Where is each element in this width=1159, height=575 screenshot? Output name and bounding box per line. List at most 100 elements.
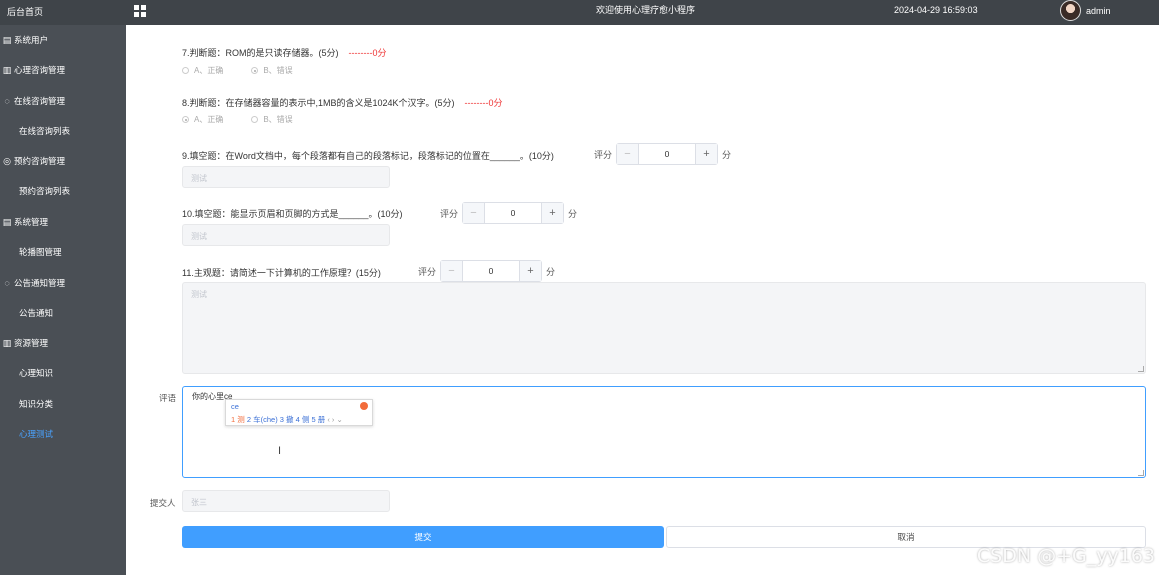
comment-textarea[interactable]: 你的心里ce ce 1 测 2 车(che) 3 撤 4 侧 5 册 ‹ › ⌄…	[182, 386, 1146, 478]
question-11-answer: 测试	[182, 282, 1146, 374]
chat-icon: ◌	[4, 95, 10, 106]
sidebar-item-label: 心理咨询管理	[14, 65, 66, 76]
question-8: 8.判断题：在存储器容量的表示中,1MB的含义是1024K个汉字。(5分) ---…	[182, 96, 503, 109]
decrement-button[interactable]: −	[441, 261, 464, 281]
score-unit: 分	[568, 208, 578, 219]
main-content: 7.判断题：ROM的是只读存储器。(5分) --------0分 A、正确 B、错…	[126, 25, 1159, 575]
question-9-score-stepper: − 0 +	[616, 143, 719, 165]
text-cursor-icon: I	[278, 445, 282, 457]
menu-grid-icon[interactable]	[134, 5, 146, 17]
ime-candidate-popup: ce 1 测 2 车(che) 3 撤 4 侧 5 册 ‹ › ⌄	[225, 399, 373, 426]
question-10-text: 10.填空题：能显示页眉和页脚的方式是______。(10分)	[182, 209, 403, 219]
increment-button[interactable]: +	[519, 261, 542, 281]
bar-chart-icon: ▥	[2, 65, 12, 76]
question-8-option-a[interactable]: A、正确	[182, 114, 223, 125]
question-11-text: 11.主观题：请简述一下计算机的工作原理？(15分)	[182, 268, 381, 278]
sidebar-item-label: 系统用户	[14, 35, 49, 46]
ime-other-candidates[interactable]: 2 车(che) 3 撤 4 侧 5 册	[245, 415, 325, 424]
decrement-button[interactable]: −	[617, 144, 640, 164]
radio-icon	[251, 116, 259, 123]
header-datetime: 2024-04-29 16:59:03	[894, 5, 978, 15]
sidebar-item-label: 在线咨询管理	[14, 95, 66, 106]
radio-checked-icon	[182, 116, 189, 123]
question-9-scorer: 评分 − 0 + 分	[594, 143, 731, 165]
watermark: CSDN @+G_yy163	[976, 545, 1155, 567]
option-label: B、错误	[263, 66, 293, 75]
resize-handle-icon[interactable]	[1138, 366, 1144, 372]
sidebar-item-knowledge-category[interactable]: 知识分类	[0, 389, 126, 419]
avatar[interactable]	[1060, 0, 1081, 21]
sidebar-item-appointment-management[interactable]: ◎ 预约咨询管理	[0, 146, 126, 176]
bar-chart-icon: ▥	[2, 338, 12, 349]
question-10-score-stepper: − 0 +	[462, 202, 565, 224]
option-label: A、正确	[194, 115, 224, 124]
submit-button[interactable]: 提交	[182, 526, 664, 548]
question-8-option-b[interactable]: B、错误	[251, 114, 293, 125]
sidebar-brand[interactable]: 后台首页	[0, 0, 126, 25]
sidebar-item-notices[interactable]: 公告通知	[0, 298, 126, 328]
sidebar-item-psych-knowledge[interactable]: 心理知识	[0, 358, 126, 388]
header-username[interactable]: admin	[1086, 0, 1111, 23]
score-input[interactable]: 0	[639, 144, 695, 164]
header-title: 欢迎使用心理疗愈小程序	[596, 5, 696, 15]
question-8-score: --------0分	[464, 98, 503, 108]
resize-handle-icon[interactable]	[1138, 470, 1144, 476]
sidebar-item-counseling-management[interactable]: ▥ 心理咨询管理	[0, 55, 126, 85]
question-9-text: 9.填空题：在Word文档中，每个段落都有自己的段落标记，段落标记的位置在___…	[182, 151, 554, 161]
sidebar-item-carousel-management[interactable]: 轮播图管理	[0, 237, 126, 267]
score-unit: 分	[546, 266, 556, 277]
radio-icon	[182, 67, 189, 74]
sidebar-item-appointment-list[interactable]: 预约咨询列表	[0, 176, 126, 206]
question-7: 7.判断题：ROM的是只读存储器。(5分) --------0分	[182, 46, 387, 59]
ime-composition: ce	[231, 402, 239, 411]
chat-icon: ◌	[4, 277, 10, 288]
sidebar: 后台首页 ▤ 系统用户 ▥ 心理咨询管理 ◌ 在线咨询管理 在线咨询列表 ◎ 预…	[0, 0, 126, 575]
score-label: 评分	[594, 149, 613, 160]
option-label: B、错误	[263, 115, 293, 124]
score-label: 评分	[440, 208, 459, 219]
score-label: 评分	[418, 266, 437, 277]
ime-page-nav[interactable]: ‹ › ⌄	[327, 415, 342, 424]
question-11-score-stepper: − 0 +	[440, 260, 543, 282]
question-7-text: 7.判断题：ROM的是只读存储器。(5分)	[182, 48, 339, 58]
sidebar-item-psych-test[interactable]: 心理测试	[0, 419, 126, 449]
sidebar-item-label: 预约咨询管理	[14, 156, 66, 167]
sidebar-item-notice-management[interactable]: ◌ 公告通知管理	[0, 267, 126, 297]
question-8-text: 8.判断题：在存储器容量的表示中,1MB的含义是1024K个汉字。(5分)	[182, 98, 455, 108]
submitter-label: 提交人	[150, 498, 176, 508]
question-7-option-a[interactable]: A、正确	[182, 65, 223, 76]
sidebar-item-system-management[interactable]: ▤ 系统管理	[0, 207, 126, 237]
ime-logo-icon	[360, 402, 368, 410]
question-7-option-b[interactable]: B、错误	[251, 65, 293, 76]
score-unit: 分	[722, 149, 732, 160]
question-11-answer-text: 测试	[191, 290, 207, 299]
question-7-options: A、正确 B、错误	[182, 65, 321, 76]
list-icon: ▤	[2, 216, 12, 227]
sidebar-item-resource-management[interactable]: ▥ 资源管理	[0, 328, 126, 358]
question-9-answer: 测试	[182, 166, 390, 188]
list-icon: ▤	[2, 35, 12, 46]
comment-label: 评语	[159, 393, 177, 403]
radio-checked-icon	[251, 67, 259, 74]
decrement-button[interactable]: −	[463, 203, 486, 223]
submitter-field: 张三	[182, 490, 390, 512]
question-7-score: --------0分	[348, 48, 387, 58]
sidebar-item-label: 公告通知管理	[14, 277, 66, 288]
score-input[interactable]: 0	[463, 261, 519, 281]
ime-candidates[interactable]: 1 测 2 车(che) 3 撤 4 侧 5 册 ‹ › ⌄	[231, 414, 343, 425]
sidebar-item-online-consult-management[interactable]: ◌ 在线咨询管理	[0, 86, 126, 116]
increment-button[interactable]: +	[695, 144, 718, 164]
sidebar-item-online-consult-list[interactable]: 在线咨询列表	[0, 116, 126, 146]
increment-button[interactable]: +	[541, 203, 564, 223]
score-input[interactable]: 0	[485, 203, 541, 223]
check-circle-icon: ◎	[3, 156, 11, 167]
ime-first-candidate[interactable]: 1 测	[231, 415, 245, 424]
sidebar-item-label: 系统管理	[14, 216, 49, 227]
question-8-options: A、正确 B、错误	[182, 114, 321, 125]
question-10-scorer: 评分 − 0 + 分	[440, 202, 577, 224]
sidebar-item-system-users[interactable]: ▤ 系统用户	[0, 25, 126, 55]
option-label: A、正确	[194, 66, 224, 75]
top-header: 欢迎使用心理疗愈小程序 2024-04-29 16:59:03 admin	[126, 0, 1159, 25]
question-11-scorer: 评分 − 0 + 分	[418, 260, 555, 282]
question-10-answer: 测试	[182, 224, 390, 246]
